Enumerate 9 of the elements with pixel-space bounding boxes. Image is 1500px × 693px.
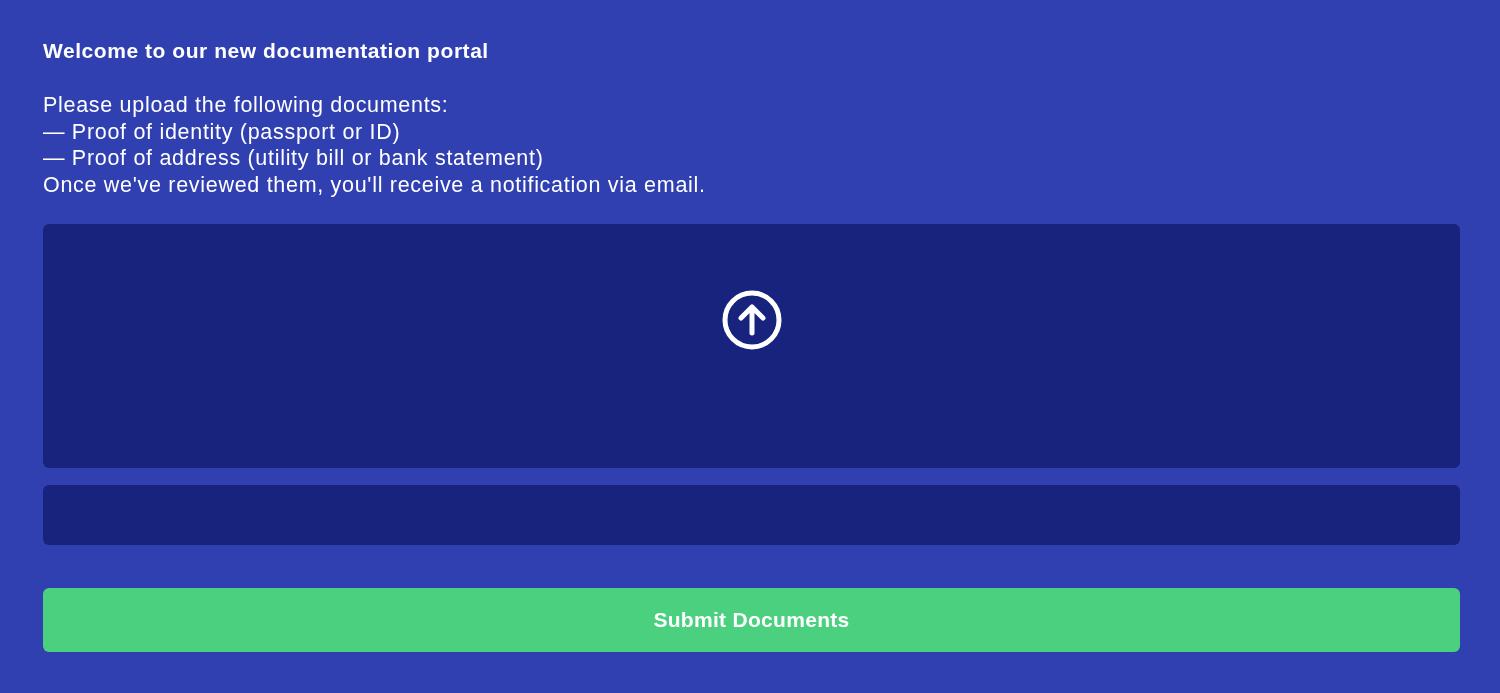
input-field[interactable] <box>43 485 1460 545</box>
notification-note: Once we've reviewed them, you'll receive a notification via email. <box>43 171 706 198</box>
page-heading: Welcome to our new documentation portal <box>43 39 489 63</box>
document-list-item: — Proof of identity (passport or ID) <box>43 118 401 145</box>
instructions-text: Please upload the following documents: <box>43 92 449 119</box>
upload-drop-zone[interactable] <box>43 224 1460 468</box>
submit-button[interactable]: Submit Documents <box>43 588 1460 652</box>
document-list-item: — Proof of address (utility bill or bank statement) <box>43 145 544 172</box>
arrow-up-circle-icon <box>721 290 782 350</box>
